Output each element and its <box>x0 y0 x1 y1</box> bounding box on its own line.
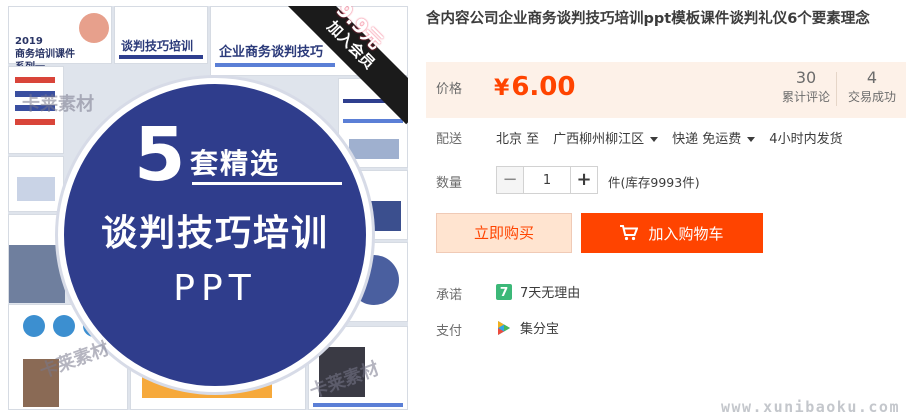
slide-thumbnail: 2019 商务培训课件 系列一 <box>8 6 112 73</box>
promo-subtitle: 套精选 <box>190 147 281 180</box>
price-value: ¥6.00 <box>494 72 575 102</box>
stat-divider <box>836 72 837 106</box>
promo-format: PPT <box>173 268 257 309</box>
shipping-destination-select[interactable]: 广西柳州柳江区 <box>553 128 659 147</box>
price-panel: 价格 ¥6.00 30 累计评论 4 交易成功 <box>426 62 906 118</box>
price-label: 价格 <box>436 82 463 97</box>
slide-title: 企业商务谈判技巧 <box>219 45 324 60</box>
add-to-cart-label: 加入购物车 <box>648 224 724 243</box>
shipping-from: 北京 至 <box>496 132 540 147</box>
slide-thumbnail <box>8 214 65 303</box>
payment-text: 集分宝 <box>520 322 560 337</box>
review-count[interactable]: 30 累计评论 <box>778 68 834 106</box>
decrease-quantity-button[interactable]: − <box>496 166 524 194</box>
shipping-time: 4小时内发货 <box>769 132 843 147</box>
product-title: 含内容公司企业商务谈判技巧培训ppt模板课件谈判礼仪6个要素理念 <box>426 11 870 27</box>
cart-icon <box>620 225 639 241</box>
shipping-row: 北京 至 广西柳州柳江区 快递 免运费 4小时内发货 <box>496 128 843 147</box>
promise-label: 承诺 <box>436 288 463 303</box>
payment-row[interactable]: 集分宝 <box>496 318 559 337</box>
sales-count: 4 交易成功 <box>844 68 900 106</box>
price-number: 6.00 <box>511 72 576 102</box>
shipping-label: 配送 <box>436 132 463 147</box>
shipping-method-select[interactable]: 快递 免运费 <box>672 128 756 147</box>
quantity-stepper: − + <box>496 166 598 194</box>
slide-title: 谈判技巧培训 <box>121 39 194 53</box>
chevron-down-icon <box>747 137 756 142</box>
promise-row[interactable]: 7 7天无理由 <box>496 282 580 301</box>
product-main-image[interactable]: 2019 商务培训课件 系列一 谈判技巧培训 企业商务谈判技巧 <box>8 6 408 410</box>
review-count-label: 累计评论 <box>781 90 830 104</box>
promo-title: 谈判技巧培训 <box>100 213 329 254</box>
currency-symbol: ¥ <box>494 76 510 101</box>
promo-number: 5 <box>134 112 186 198</box>
seven-day-return-icon: 7 <box>496 283 512 300</box>
increase-quantity-button[interactable]: + <box>570 166 598 194</box>
jifenbao-icon <box>498 320 510 335</box>
quantity-input[interactable] <box>524 166 570 194</box>
sales-count-label: 交易成功 <box>847 90 896 104</box>
sales-count-number: 4 <box>866 68 878 87</box>
add-to-cart-button[interactable]: 加入购物车 <box>581 213 763 253</box>
promo-divider <box>192 182 342 185</box>
stock-info: 件(库存9993件) <box>608 175 700 190</box>
image-watermark: 卡莱素材 <box>22 94 94 115</box>
site-watermark: www.xunibaoku.com <box>720 398 900 416</box>
payment-label: 支付 <box>436 324 463 339</box>
promise-text: 7天无理由 <box>520 286 581 301</box>
chevron-down-icon <box>650 137 659 142</box>
slide-thumbnail: 谈判技巧培训 <box>114 6 208 64</box>
quantity-label: 数量 <box>436 176 463 191</box>
buy-now-button[interactable]: 立即购买 <box>436 213 572 253</box>
review-count-number: 30 <box>795 68 817 87</box>
slide-thumbnail <box>8 156 64 212</box>
